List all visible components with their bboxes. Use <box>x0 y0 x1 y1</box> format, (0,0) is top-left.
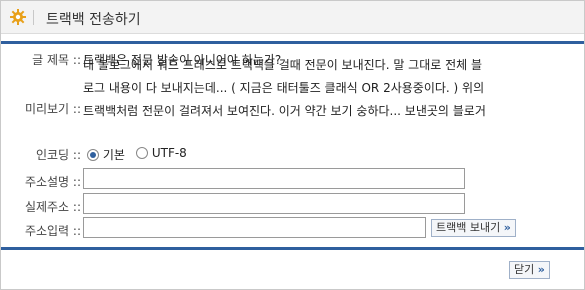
close-label: 닫기 <box>514 263 535 276</box>
window-title: 트랙백 전송하기 <box>46 12 141 28</box>
title-bar: 트랙백 전송하기 <box>1 1 584 34</box>
double-arrow-icon: » <box>503 221 511 234</box>
preview-line: 내 블로그에서 워드 프레스로 트랙백을 걸때 전문이 보내진다. 말 그대로 … <box>83 58 483 72</box>
real-addr-input[interactable] <box>83 193 465 214</box>
title-separator <box>33 10 34 25</box>
send-trackback-label: 트랙백 보내기 <box>436 221 501 234</box>
real-addr-label: 실제주소 :: <box>24 200 81 214</box>
trackback-dialog: 트랙백 전송하기 글 제목 :: 트랙백은 전문 발송이 아니어야 하는가? 미… <box>0 0 585 290</box>
addr-desc-input[interactable] <box>83 168 465 189</box>
radio-utf8[interactable] <box>136 147 148 159</box>
addr-input-label: 주소입력 :: <box>24 224 81 238</box>
radio-default[interactable] <box>87 149 99 161</box>
encoding-option-utf8[interactable]: UTF-8 <box>136 146 187 160</box>
encoding-default-label: 기본 <box>102 148 125 162</box>
close-button[interactable]: 닫기 » <box>509 261 550 279</box>
preview-line: 로그 내용이 다 보내지는데... ( 지금은 태터툴즈 클래식 OR 2사용중… <box>83 81 485 95</box>
encoding-option-default[interactable]: 기본 <box>87 146 125 163</box>
double-arrow-icon: » <box>537 263 545 276</box>
preview-line: 트랙백처럼 전문이 걸려져서 보여진다. 이거 약간 보기 숭하다... 보낸곳… <box>83 104 486 118</box>
preview-label: 미리보기 :: <box>24 102 81 116</box>
bottom-accent-bar <box>1 247 584 250</box>
encoding-label: 인코딩 :: <box>35 148 81 162</box>
addr-input-field[interactable] <box>83 217 426 238</box>
addr-desc-label: 주소설명 :: <box>24 175 81 189</box>
preview-text: 내 블로그에서 워드 프레스로 트랙백을 걸때 전문이 보내진다. 말 그대로 … <box>83 54 581 134</box>
encoding-utf8-label: UTF-8 <box>151 146 187 160</box>
gear-icon <box>10 9 26 25</box>
send-trackback-button[interactable]: 트랙백 보내기 » <box>431 219 516 237</box>
top-accent-bar <box>1 41 584 44</box>
subject-label: 글 제목 :: <box>32 53 81 67</box>
